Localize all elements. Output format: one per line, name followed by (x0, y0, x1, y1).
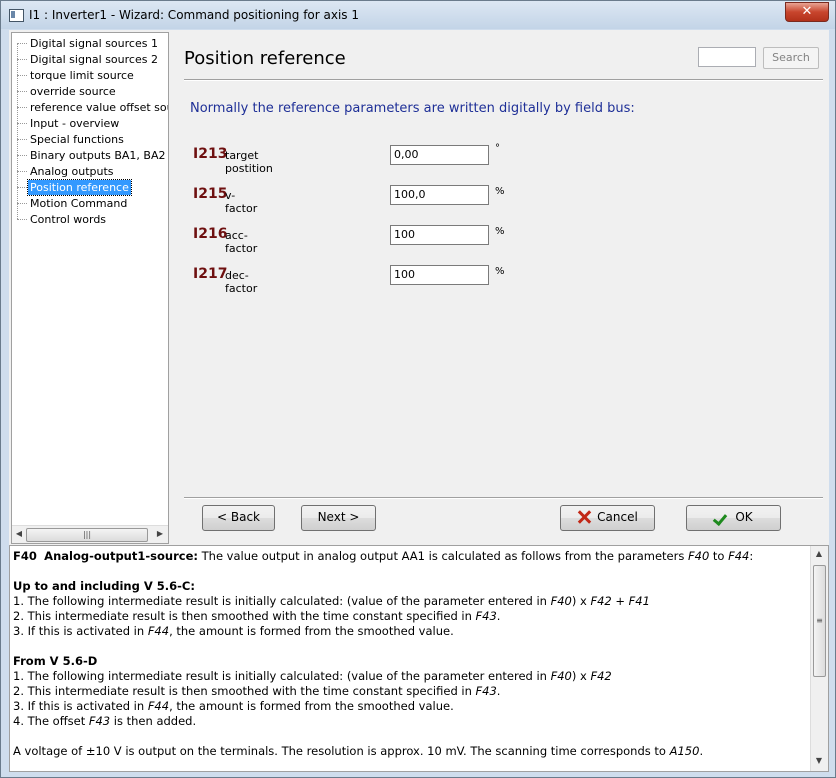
tree-item-binary-outputs[interactable]: Binary outputs BA1, BA2 (28, 148, 168, 163)
tree-item-analog-outputs[interactable]: Analog outputs (28, 164, 116, 179)
scrollbar-thumb[interactable]: ||| (26, 528, 148, 542)
next-button[interactable]: Next > (301, 505, 376, 531)
tree-connector (17, 155, 27, 156)
tree-connector (17, 91, 27, 92)
param-unit: % (495, 186, 505, 197)
tree-connector (17, 123, 27, 124)
cancel-x-icon (577, 510, 591, 524)
help-section-title: Up to and including V 5.6-C: (13, 579, 195, 593)
param-code: I215 (193, 186, 228, 202)
client-area: Digital signal sources 1 Digital signal … (9, 30, 829, 772)
param-name: target postition (225, 149, 273, 175)
page-title: Position reference (184, 48, 346, 69)
param-unit: % (495, 266, 505, 277)
tree-item-input-overview[interactable]: Input - overview (28, 116, 121, 131)
tree-connector (17, 139, 27, 140)
tree-item-motion-command[interactable]: Motion Command (28, 196, 129, 211)
param-name: acc-factor (225, 229, 258, 255)
param-code: I216 (193, 226, 228, 242)
app-icon (9, 9, 24, 22)
wizard-window: I1 : Inverter1 - Wizard: Command positio… (0, 0, 836, 778)
param-value-input[interactable]: 100 (390, 225, 489, 245)
help-line: 3. If this is activated in F44, the amou… (13, 624, 454, 638)
scroll-down-icon[interactable]: ▼ (814, 756, 824, 766)
help-text-run: to (709, 549, 729, 563)
param-code: I213 (193, 146, 228, 162)
help-text-run: The value output in analog output AA1 is… (197, 549, 689, 563)
help-heading: F40 Analog-output1-source: The value out… (13, 549, 813, 564)
tree-connector (17, 43, 27, 44)
tree-item-special-functions[interactable]: Special functions (28, 132, 126, 147)
tree-connector (17, 59, 27, 60)
help-pane: F40 Analog-output1-source: The value out… (9, 545, 829, 772)
ok-button[interactable]: OK (686, 505, 781, 531)
help-line: 2. This intermediate result is then smoo… (13, 684, 501, 698)
tree-horizontal-scrollbar[interactable]: ◀ ||| ▶ (12, 525, 168, 543)
param-name: v-factor (225, 189, 258, 215)
close-button[interactable]: ✕ (785, 2, 829, 22)
param-unit: ° (495, 143, 500, 154)
help-section-title: From V 5.6-D (13, 654, 98, 668)
help-line: 2. This intermediate result is then smoo… (13, 609, 501, 623)
header-divider (184, 79, 823, 81)
ok-label: OK (735, 510, 753, 524)
help-line: 1. The following intermediate result is … (13, 669, 612, 683)
help-param-ref: F40 (688, 549, 710, 563)
tree-item-override-source[interactable]: override source (28, 84, 118, 99)
search-button[interactable]: Search (763, 47, 819, 69)
help-param-ref: F44 (728, 549, 750, 563)
back-button[interactable]: < Back (202, 505, 275, 531)
help-footer: A voltage of ±10 V is output on the term… (13, 744, 704, 758)
window-title: I1 : Inverter1 - Wizard: Command positio… (29, 8, 360, 22)
param-unit: % (495, 226, 505, 237)
scrollbar-thumb[interactable]: ≡ (813, 565, 826, 677)
footer-divider (184, 497, 823, 499)
tree-connector (17, 203, 27, 204)
tree-connector-line (17, 43, 18, 219)
scroll-up-icon[interactable]: ▲ (814, 549, 824, 559)
help-line: 1. The following intermediate result is … (13, 594, 650, 608)
tree-item-reference-value-offset-source[interactable]: reference value offset source (28, 100, 168, 115)
tree-item-control-words[interactable]: Control words (28, 212, 108, 227)
param-value-input[interactable]: 0,00 (390, 145, 489, 165)
tree-connector (17, 219, 27, 220)
param-value-input[interactable]: 100,0 (390, 185, 489, 205)
tree-item-digital-signal-sources-2[interactable]: Digital signal sources 2 (28, 52, 160, 67)
help-line: 4. The offset F43 is then added. (13, 714, 197, 728)
param-name: dec-factor (225, 269, 258, 295)
intro-text: Normally the reference parameters are wr… (190, 101, 635, 116)
cancel-button[interactable]: Cancel (560, 505, 655, 531)
scroll-left-icon[interactable]: ◀ (14, 529, 24, 539)
help-heading-name: Analog-output1-source: (44, 549, 198, 563)
tree-connector (17, 171, 27, 172)
tree-item-position-reference[interactable]: Position reference (27, 179, 132, 196)
param-code: I217 (193, 266, 228, 282)
search-input[interactable] (698, 47, 756, 67)
tree-item-torque-limit-source[interactable]: torque limit source (28, 68, 136, 83)
title-bar[interactable]: I1 : Inverter1 - Wizard: Command positio… (1, 1, 835, 29)
tree-connector (17, 107, 27, 108)
tree-connector (17, 75, 27, 76)
checkmark-icon (714, 510, 730, 524)
param-value-input[interactable]: 100 (390, 265, 489, 285)
help-heading-code: F40 (13, 549, 37, 563)
tree-connector (17, 187, 27, 188)
wizard-page: Position reference Search Normally the r… (171, 32, 827, 542)
cancel-label: Cancel (597, 510, 638, 524)
help-text: F40 Analog-output1-source: The value out… (13, 549, 813, 759)
help-vertical-scrollbar[interactable]: ▲ ≡ ▼ (810, 546, 828, 771)
navigation-tree: Digital signal sources 1 Digital signal … (11, 32, 169, 544)
tree-item-digital-signal-sources-1[interactable]: Digital signal sources 1 (28, 36, 160, 51)
scroll-right-icon[interactable]: ▶ (155, 529, 165, 539)
help-text-run: : (749, 549, 754, 563)
help-line: 3. If this is activated in F44, the amou… (13, 699, 454, 713)
